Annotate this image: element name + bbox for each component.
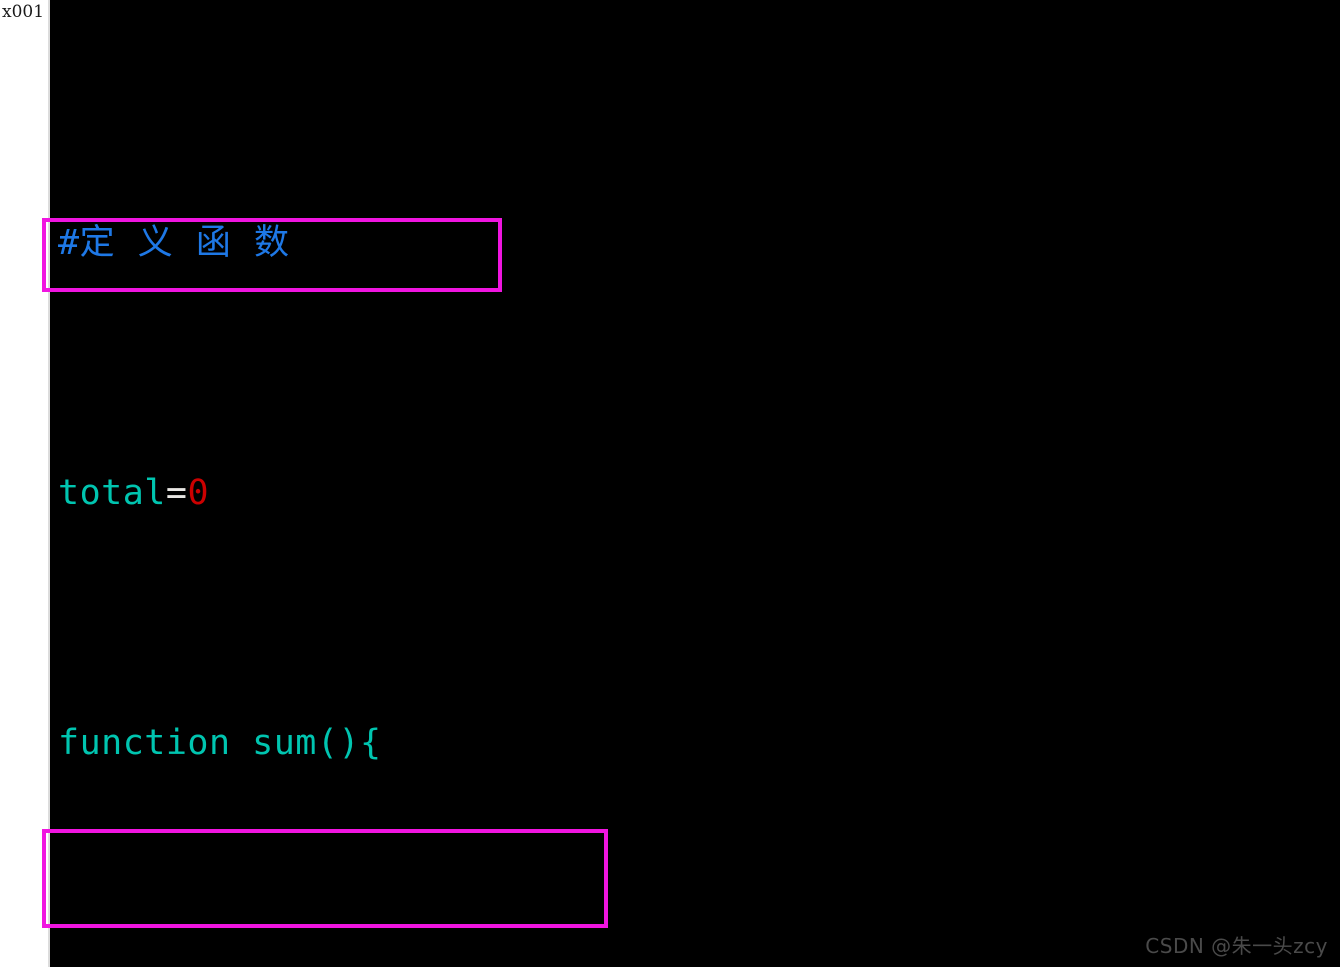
code-line-1: #定 义 函 数 (58, 218, 604, 268)
terminal-window[interactable]: #定 义 函 数 total=0 function sum(){ total=$… (50, 0, 1340, 967)
csdn-watermark: CSDN @朱一头zcy (1145, 934, 1328, 958)
function-declaration-sum: function sum(){ (58, 723, 382, 763)
left-gutter: x001 (0, 0, 50, 967)
code-line-3: function sum(){ (58, 718, 604, 768)
gutter-label-x001: x001 (2, 2, 45, 22)
operator-equals: = (165, 473, 188, 513)
comment-hash: # (58, 223, 80, 263)
comment-text-define-function: 定 义 函 数 (79, 223, 295, 263)
screenshot-root: x001 #定 义 函 数 total=0 function sum(){ to… (0, 0, 1340, 967)
code-line-2: total=0 (58, 468, 604, 518)
variable-total: total (58, 473, 166, 513)
code-editor-content[interactable]: #定 义 函 数 total=0 function sum(){ total=$… (58, 18, 604, 967)
number-zero: 0 (187, 473, 210, 513)
